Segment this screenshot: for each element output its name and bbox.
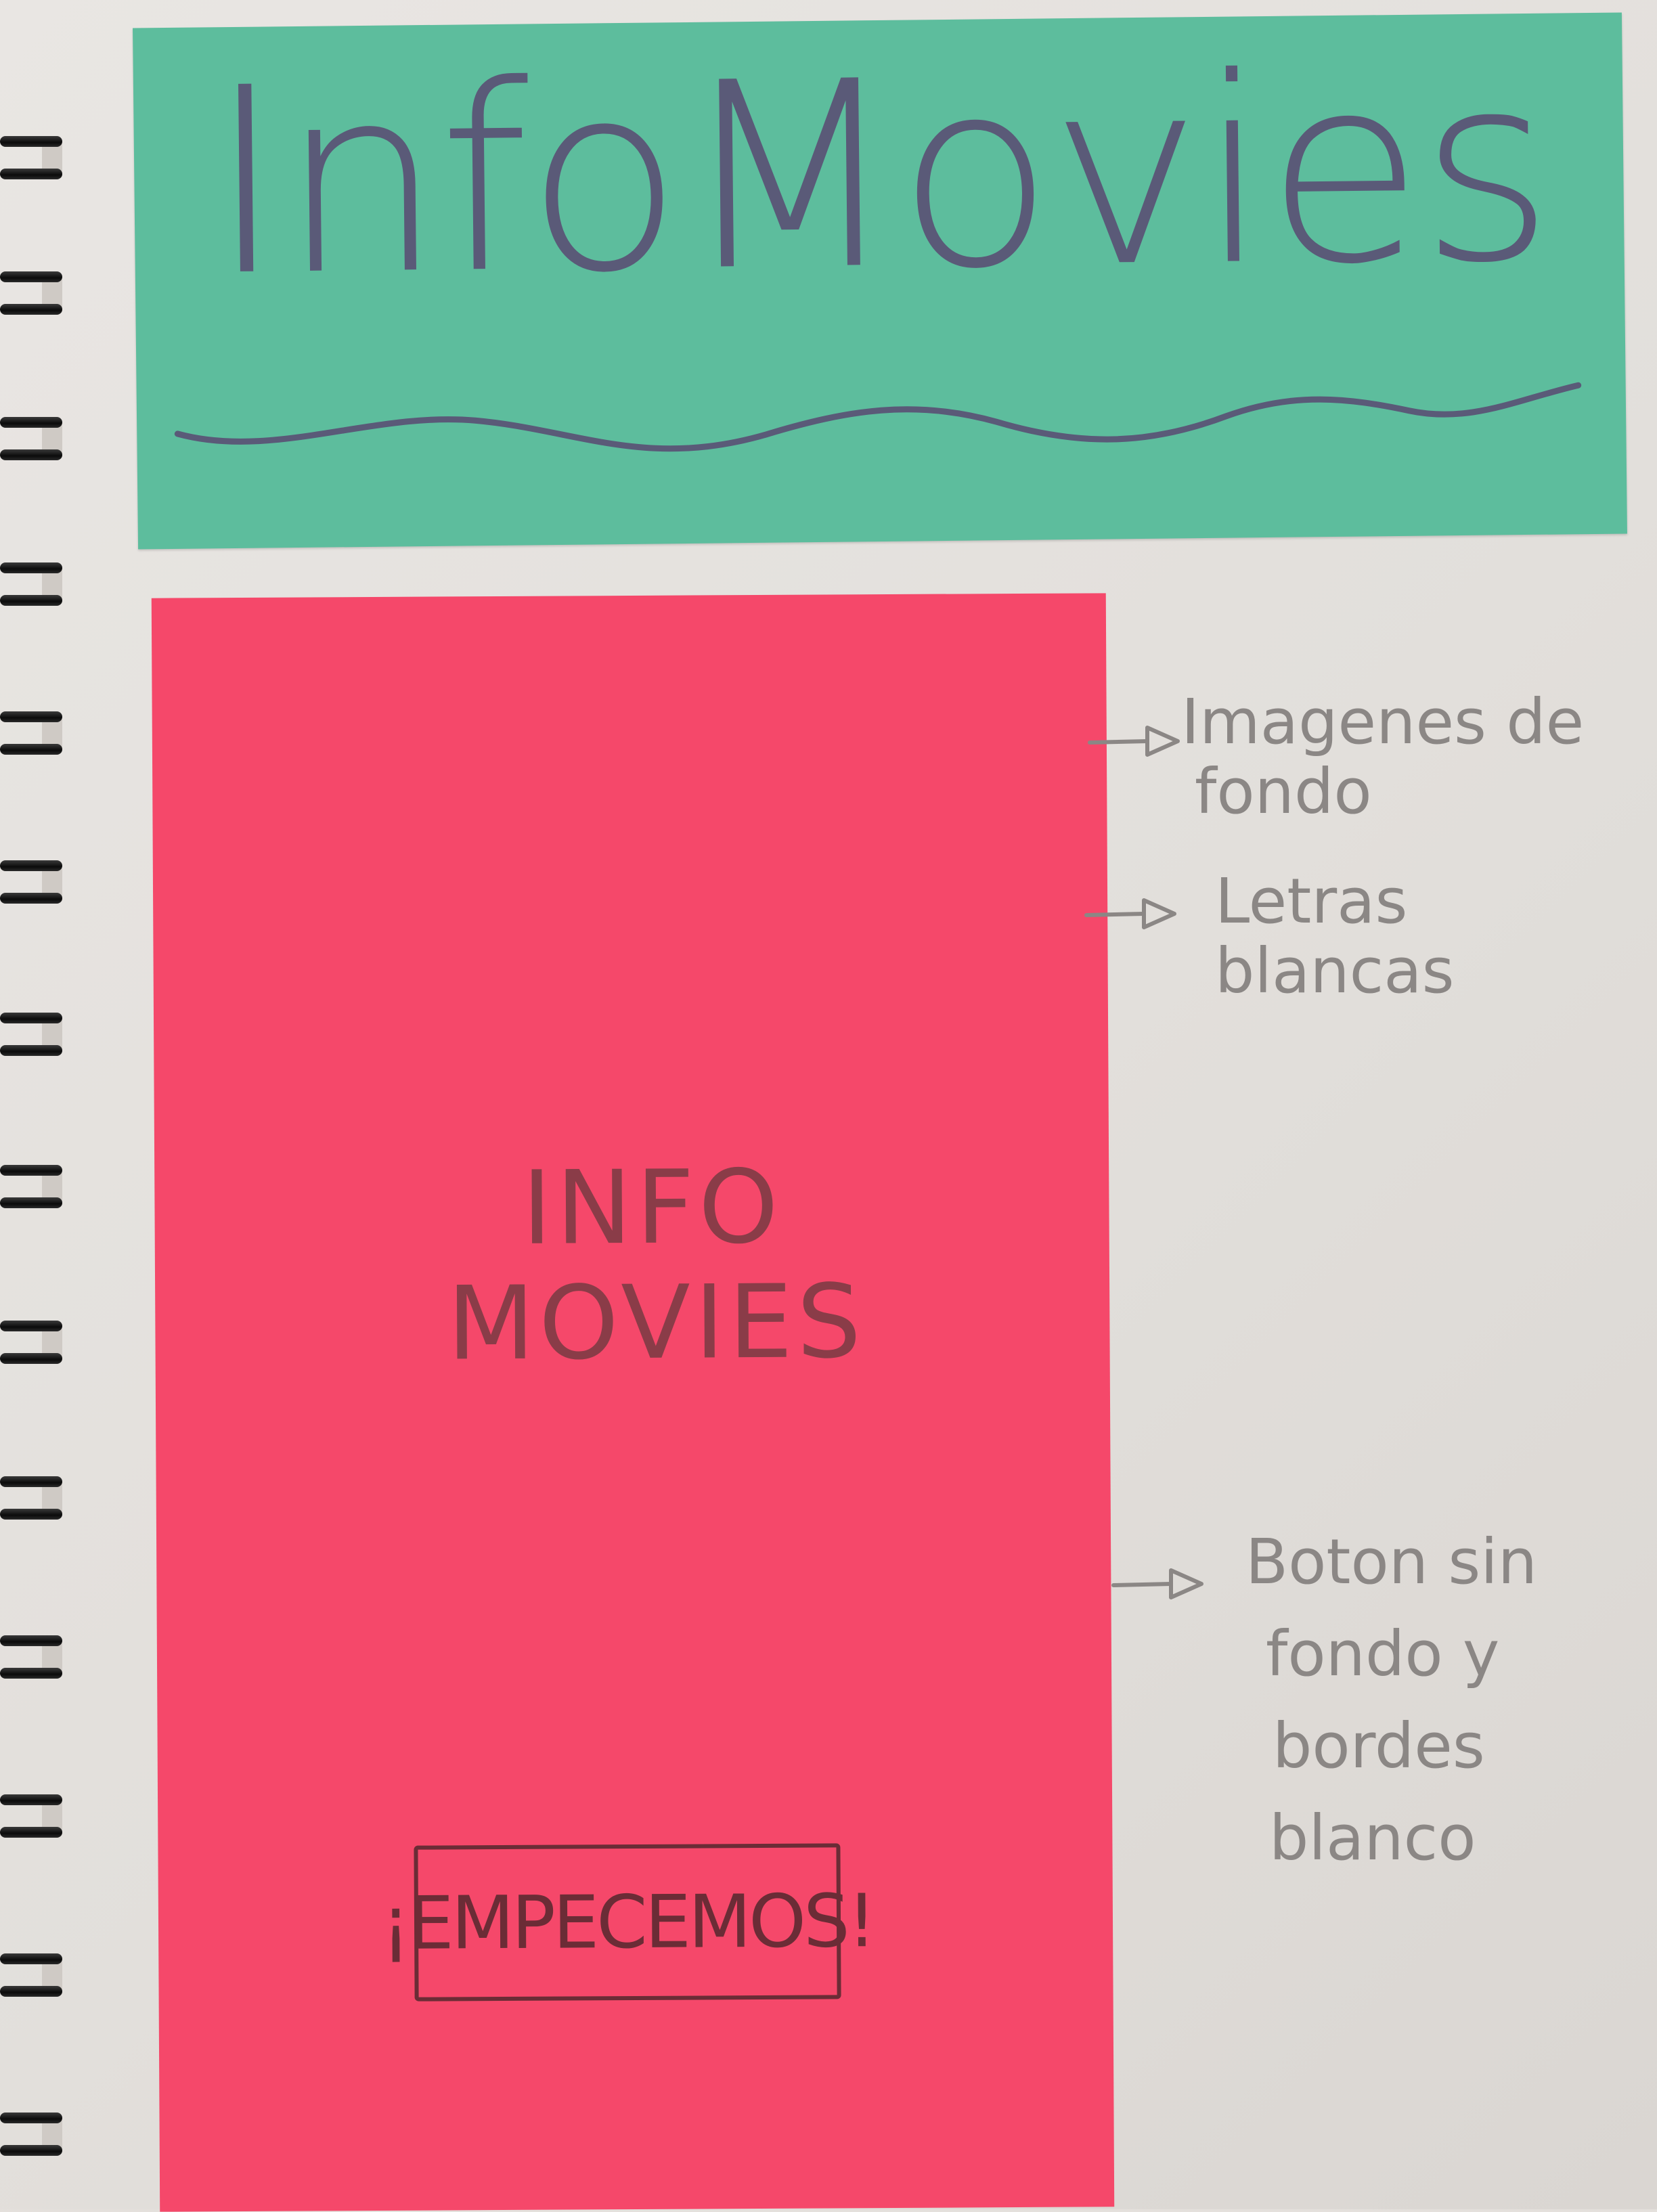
arrow-icon xyxy=(1111,1568,1203,1599)
spiral-ring xyxy=(0,1790,65,1849)
screen-title-line2: MOVIES xyxy=(447,1263,866,1384)
spiral-ring xyxy=(0,132,65,190)
spiral-ring xyxy=(0,558,65,617)
annotation-text: Letras blancas xyxy=(1215,865,1455,1008)
spiral-ring xyxy=(0,2108,65,2167)
header-sketch-card: InfoMovies xyxy=(133,12,1627,550)
annotation-text: Boton sin xyxy=(1245,1526,1538,1598)
spiral-ring xyxy=(0,413,65,471)
annotation-button-style: Boton sin fondo y bordes blanco xyxy=(1245,1516,1537,1885)
spiral-ring xyxy=(0,1949,65,2008)
annotation-text: Imagenes de xyxy=(1181,686,1585,758)
spiral-ring xyxy=(0,856,65,914)
spiral-ring xyxy=(0,1631,65,1689)
notebook-page: InfoMovies INFO MOVIES ¡EMPECEMOS! Image… xyxy=(0,0,1657,2212)
spiral-ring xyxy=(0,1009,65,1067)
annotation-background-images: Imagenes de fondo xyxy=(1181,687,1584,826)
spiral-ring xyxy=(0,1317,65,1375)
annotation-text: bordes xyxy=(1273,1710,1485,1783)
annotation-white-letters: Letras blancas xyxy=(1215,866,1657,1006)
annotation-text: fondo y xyxy=(1266,1618,1500,1691)
phone-screen-sketch: INFO MOVIES ¡EMPECEMOS! xyxy=(151,593,1115,2212)
arrow-icon xyxy=(1084,898,1176,929)
spiral-ring xyxy=(0,267,65,326)
annotation-text: blanco xyxy=(1269,1802,1476,1875)
start-button[interactable]: ¡EMPECEMOS! xyxy=(381,1843,874,2001)
spiral-binding xyxy=(0,0,74,2209)
app-title: InfoMovies xyxy=(206,18,1551,333)
annotation-text: fondo xyxy=(1195,755,1372,828)
spiral-ring xyxy=(0,1472,65,1530)
title-underline-wave xyxy=(174,382,1582,452)
spiral-ring xyxy=(0,707,65,766)
screen-title-line1: INFO xyxy=(521,1148,783,1268)
spiral-ring xyxy=(0,1161,65,1219)
